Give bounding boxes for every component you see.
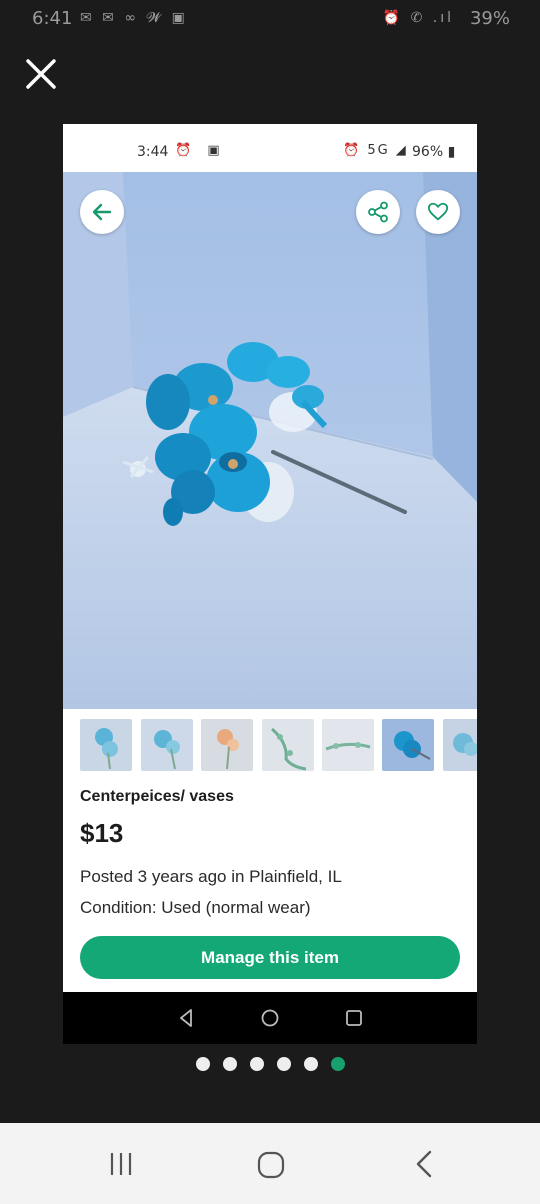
inner-status-notification-icons: ⏰ ▣: [175, 143, 226, 158]
outer-status-time: 6:41: [32, 8, 73, 29]
thumbnail-4[interactable]: [262, 719, 314, 771]
inner-status-battery: 96% ▮: [412, 144, 456, 160]
thumbnail-1[interactable]: [80, 719, 132, 771]
listing-photo[interactable]: [63, 172, 477, 709]
thumbnail-3[interactable]: [201, 719, 253, 771]
inner-status-bar: 3:44 ⏰ ▣ ⏰ 5G ◢ 96% ▮: [63, 124, 477, 172]
page-dot-2[interactable]: [223, 1057, 237, 1071]
bouquet-photo-image: [63, 172, 477, 709]
favorite-button[interactable]: [416, 190, 460, 234]
thumbnail-2[interactable]: [141, 719, 193, 771]
inner-navigation-bar: [63, 992, 477, 1044]
page-dot-3[interactable]: [250, 1057, 264, 1071]
listing-condition: Condition: Used (normal wear): [80, 898, 311, 917]
screenshot-preview: 3:44 ⏰ ▣ ⏰ 5G ◢ 96% ▮ Centerpeices/ vase…: [63, 124, 477, 1044]
listing-price: $13: [80, 818, 124, 848]
thumbnail-3-image: [201, 719, 253, 771]
recents-lines-icon[interactable]: [106, 1149, 136, 1179]
outer-status-bar: 6:41 ✉ ✉ ∞ 𝓦 ▣ ⏰ ✆ .ıl 39%: [0, 0, 540, 40]
heart-icon: [427, 202, 449, 221]
arrow-left-icon: [92, 203, 112, 221]
outer-status-battery: 39%: [469, 8, 510, 29]
thumbnail-5[interactable]: [322, 719, 374, 771]
back-chevron-icon[interactable]: [410, 1149, 438, 1179]
page-dot-5[interactable]: [304, 1057, 318, 1071]
manage-item-button[interactable]: Manage this item: [80, 936, 460, 979]
outer-status-system-icons: ⏰ ✆ .ıl: [382, 10, 454, 26]
circle-home-icon[interactable]: [258, 1006, 282, 1030]
thumbnail-1-image: [80, 719, 132, 771]
square-recents-icon[interactable]: [342, 1006, 366, 1030]
home-rounded-square-icon[interactable]: [255, 1149, 287, 1181]
share-icon: [368, 201, 388, 223]
outer-status-notification-icons: ✉ ✉ ∞ 𝓦 ▣: [80, 10, 188, 26]
thumbnail-4-image: [262, 719, 314, 771]
thumbnail-5-image: [322, 719, 374, 771]
thumbnail-2-image: [141, 719, 193, 771]
triangle-back-icon[interactable]: [174, 1006, 198, 1030]
page-dot-6-active[interactable]: [331, 1057, 345, 1071]
thumbnail-6-selected[interactable]: [382, 719, 434, 771]
listing-posted-info: Posted 3 years ago in Plainfield, IL: [80, 867, 342, 886]
inner-status-time: 3:44: [137, 144, 169, 160]
system-navigation-bar: [0, 1123, 540, 1204]
back-button[interactable]: [80, 190, 124, 234]
thumbnail-strip: [63, 714, 477, 774]
thumbnail-6-image: [382, 719, 434, 771]
close-button[interactable]: [22, 55, 60, 93]
page-dot-1[interactable]: [196, 1057, 210, 1071]
page-dot-4[interactable]: [277, 1057, 291, 1071]
thumbnail-7[interactable]: [443, 719, 477, 771]
share-button[interactable]: [356, 190, 400, 234]
close-icon: [26, 59, 56, 89]
listing-title: Centerpeices/ vases: [80, 788, 234, 805]
inner-status-system-icons: ⏰ 5G ◢: [343, 143, 408, 158]
thumbnail-7-image: [443, 719, 477, 771]
